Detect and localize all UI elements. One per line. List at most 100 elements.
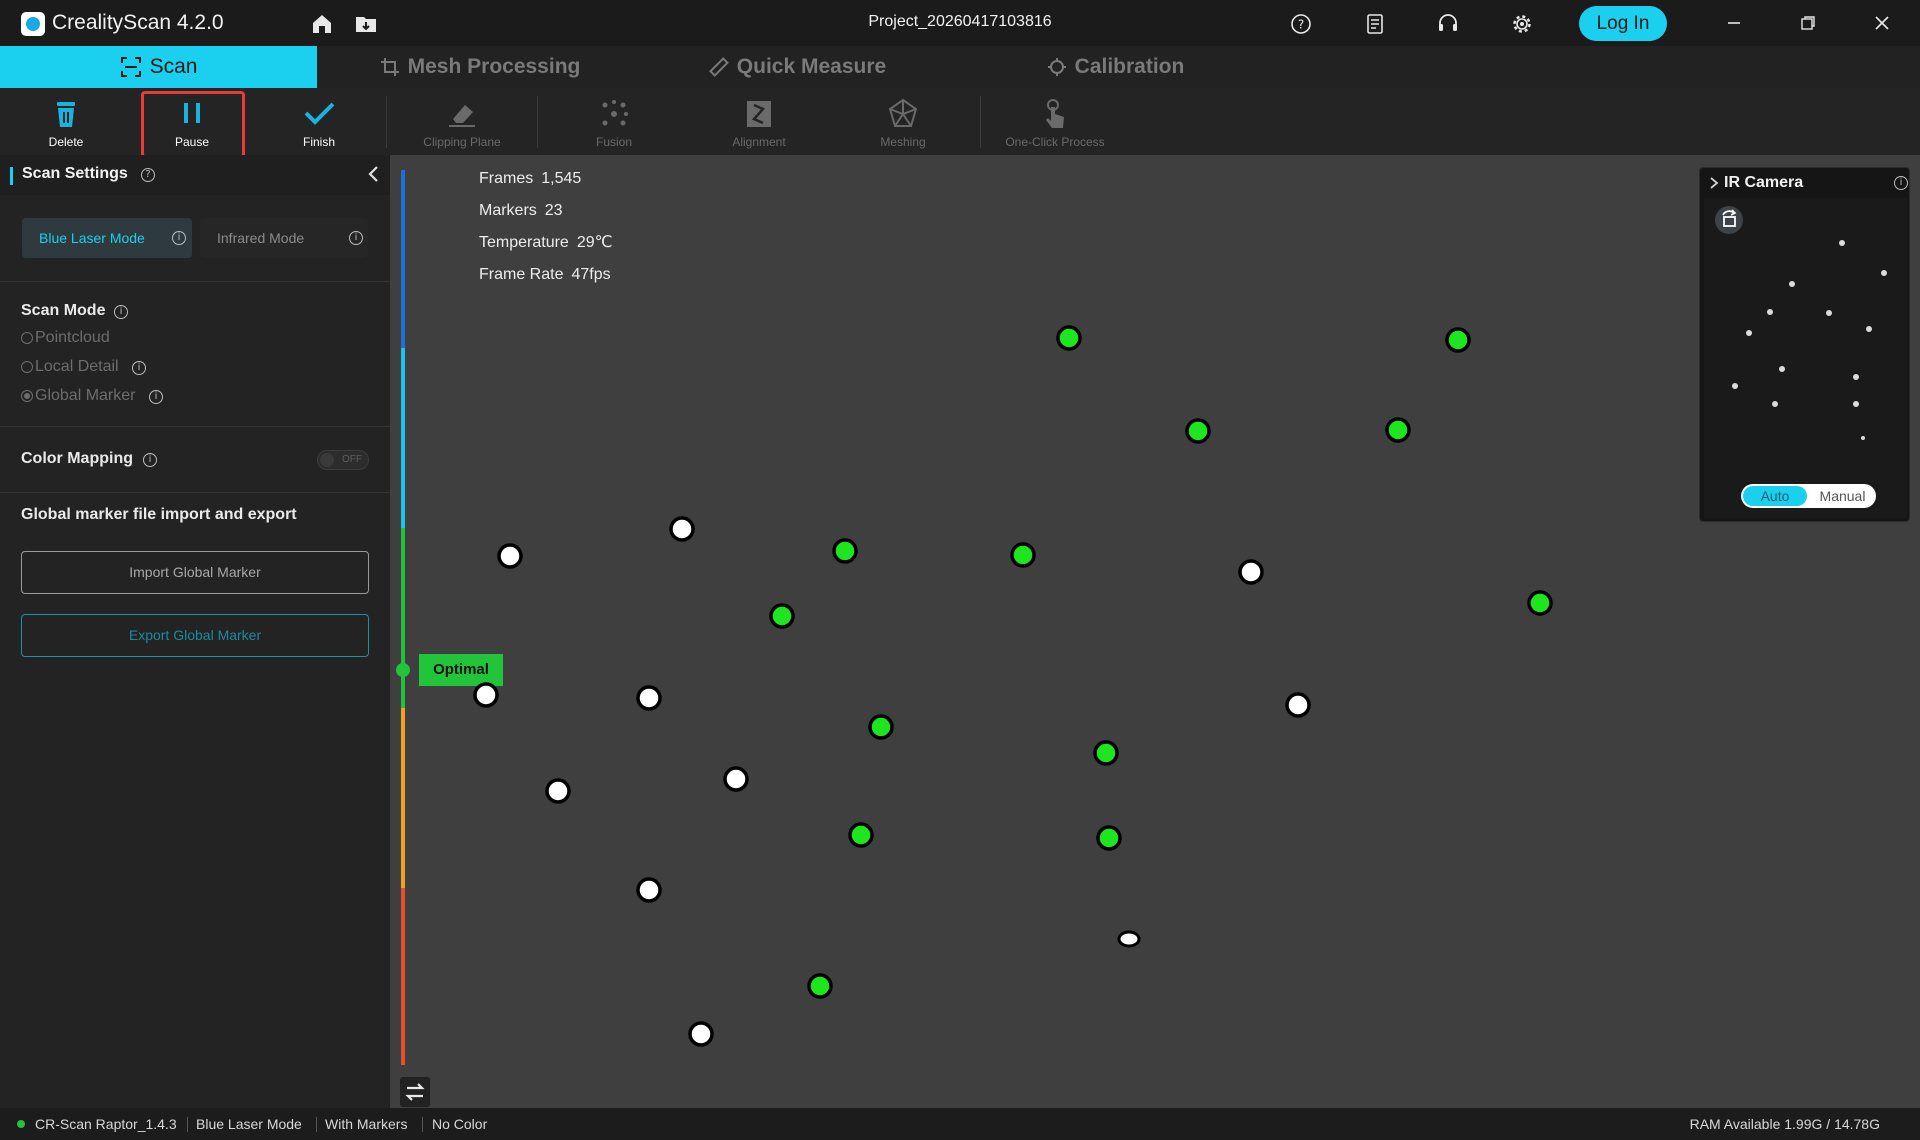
panel-header-accent xyxy=(10,167,13,185)
blue-laser-mode-button[interactable]: Blue Laser Mode i xyxy=(22,218,192,258)
ram-status: RAM Available 1.99G / 14.78G xyxy=(1689,1116,1880,1132)
info-icon[interactable]: i xyxy=(149,390,163,404)
minimize-icon[interactable] xyxy=(1722,11,1746,35)
scan-mode-title-text: Scan Mode xyxy=(21,302,106,319)
one-click-process-label: One-Click Process xyxy=(1005,135,1105,149)
info-icon[interactable]: i xyxy=(172,231,186,245)
tracked-marker xyxy=(1445,327,1471,353)
tab-calibration[interactable]: Calibration xyxy=(1038,46,1193,88)
markers-status: With Markers xyxy=(325,1116,408,1132)
fusion-button[interactable]: Fusion xyxy=(578,88,650,155)
close-icon[interactable] xyxy=(1870,11,1894,35)
import-global-marker-button[interactable]: Import Global Marker xyxy=(21,551,369,594)
tab-quick-measure[interactable]: Quick Measure xyxy=(700,46,895,88)
tab-mesh-processing-label: Mesh Processing xyxy=(407,55,581,78)
radio-pointcloud[interactable]: Pointcloud xyxy=(21,329,110,347)
panel-header: Scan Settings ? xyxy=(0,155,390,195)
title-bar: CrealityScan 4.2.0 Project_2026041710381… xyxy=(0,0,1920,46)
target-icon xyxy=(1047,58,1066,76)
tab-quick-measure-label: Quick Measure xyxy=(736,55,887,78)
tracked-marker xyxy=(868,714,894,740)
scan-toolbar: Delete Pause Finish Clipping Plane Fusio… xyxy=(0,88,1920,155)
toolbar-divider xyxy=(980,96,981,148)
radio-local-detail[interactable]: Local Detail xyxy=(21,358,119,376)
toolbar-divider xyxy=(386,96,387,148)
scan-frame-icon xyxy=(120,57,141,77)
clipping-plane-button[interactable]: Clipping Plane xyxy=(412,88,512,155)
untracked-marker xyxy=(497,543,523,569)
infrared-mode-button[interactable]: Infrared Mode i xyxy=(200,218,368,258)
untracked-marker xyxy=(1285,692,1311,718)
radio-global-marker[interactable]: Global Marker xyxy=(21,387,135,405)
ir-auto-option[interactable]: Auto xyxy=(1743,486,1807,506)
tracked-marker xyxy=(848,822,874,848)
rotate-view-icon[interactable] xyxy=(1715,206,1743,234)
info-icon[interactable]: i xyxy=(1894,176,1908,190)
alignment-label: Alignment xyxy=(732,135,786,149)
toggle-knob xyxy=(320,453,334,467)
finish-label: Finish xyxy=(302,135,335,149)
divider xyxy=(0,281,390,282)
document-icon[interactable] xyxy=(1363,12,1387,36)
marker-point-layer xyxy=(473,325,1553,1047)
expand-chevron-icon[interactable] xyxy=(1708,176,1720,190)
ir-exposure-toggle[interactable]: Auto Manual xyxy=(1741,484,1876,508)
eraser-icon xyxy=(449,105,475,127)
settings-gear-icon[interactable] xyxy=(1510,12,1534,36)
checkmark-icon xyxy=(304,102,335,125)
toolbar-divider xyxy=(537,96,538,148)
support-headset-icon[interactable] xyxy=(1436,12,1460,36)
help-icon[interactable]: ? xyxy=(141,168,155,182)
folder-icon[interactable] xyxy=(354,12,378,36)
home-icon[interactable] xyxy=(310,12,334,36)
divider xyxy=(0,426,390,427)
restore-icon[interactable] xyxy=(1796,11,1820,35)
app-logo-icon xyxy=(21,12,45,36)
trash-icon xyxy=(57,102,75,127)
meshing-label: Meshing xyxy=(880,135,926,149)
meshing-button[interactable]: Meshing xyxy=(864,88,942,155)
info-icon[interactable]: i xyxy=(114,305,128,319)
svg-text:?: ? xyxy=(1298,18,1304,32)
untracked-marker xyxy=(1117,930,1141,948)
tab-scan-label: Scan xyxy=(149,55,198,78)
info-icon[interactable]: i xyxy=(143,453,157,467)
tab-calibration-label: Calibration xyxy=(1074,55,1185,78)
alignment-button[interactable]: Alignment xyxy=(720,88,798,155)
tab-scan[interactable]: Scan xyxy=(0,46,317,88)
tracked-marker xyxy=(1185,418,1211,444)
help-icon[interactable]: ? xyxy=(1289,12,1313,36)
color-mapping-toggle[interactable]: OFF xyxy=(317,450,369,470)
collapse-chevron-icon[interactable] xyxy=(364,164,384,184)
login-button[interactable]: Log In xyxy=(1579,6,1667,41)
swap-view-icon[interactable] xyxy=(400,1077,430,1107)
scan-viewport[interactable]: Optimal Frames 1,545 Markers 23 Temperatur… xyxy=(390,155,1920,1108)
untracked-marker xyxy=(636,877,662,903)
blue-laser-mode-label: Blue Laser Mode xyxy=(39,230,145,246)
ir-manual-option[interactable]: Manual xyxy=(1811,486,1874,506)
radio-local-detail-label: Local Detail xyxy=(35,358,119,375)
tracked-marker xyxy=(832,538,858,564)
panel-title: Scan Settings xyxy=(22,165,128,182)
status-divider xyxy=(316,1117,317,1132)
ir-camera-feed: Auto Manual xyxy=(1704,198,1907,518)
untracked-marker xyxy=(545,778,571,804)
radio-circle xyxy=(21,332,33,344)
status-divider xyxy=(422,1117,423,1132)
mode-status: Blue Laser Mode xyxy=(196,1116,302,1132)
tab-mesh-processing[interactable]: Mesh Processing xyxy=(370,46,590,88)
radio-circle-checked xyxy=(21,390,33,402)
finish-button[interactable]: Finish xyxy=(289,88,349,155)
delete-button[interactable]: Delete xyxy=(36,88,96,155)
radio-pointcloud-label: Pointcloud xyxy=(35,329,110,346)
tracked-marker xyxy=(1385,417,1411,443)
radio-global-marker-label: Global Marker xyxy=(35,387,136,404)
untracked-marker xyxy=(473,682,499,708)
one-click-process-button[interactable]: One-Click Process xyxy=(995,88,1115,155)
tracked-marker xyxy=(1527,590,1553,616)
ir-camera-panel: IR Camera i Auto Manual xyxy=(1699,167,1910,522)
export-global-marker-button[interactable]: Export Global Marker xyxy=(21,614,369,657)
info-icon[interactable]: i xyxy=(349,231,363,245)
info-icon[interactable]: i xyxy=(132,361,146,375)
untracked-marker xyxy=(688,1021,714,1047)
